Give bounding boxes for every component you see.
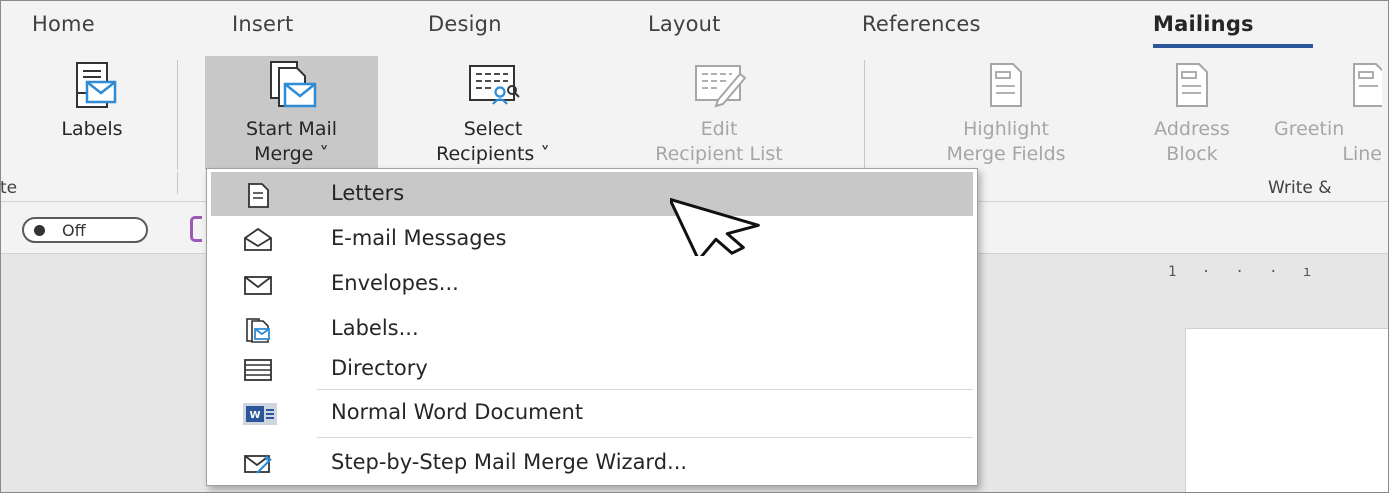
menu-separator [317,389,973,390]
tab-mailings[interactable]: Mailings [1153,12,1254,36]
tab-references[interactable]: References [862,12,981,36]
tab-design[interactable]: Design [428,12,502,36]
tab-home[interactable]: Home [32,12,95,36]
address-block-label-line1: Address [1154,118,1230,140]
menu-item-label: Labels... [331,316,419,340]
highlight-merge-fields-label-line2: Merge Fields [946,143,1066,165]
word-document-icon: W [243,403,277,425]
edit-recipient-list-label-line2: Recipient List [655,143,783,165]
wizard-icon [244,454,272,474]
tab-layout[interactable]: Layout [648,12,721,36]
envelope-icon [244,276,272,295]
menu-item-label: Envelopes... [331,271,459,295]
toggle-label: Off [62,221,86,240]
select-recipients-label-line1: Select [463,118,523,140]
address-block-icon [1176,63,1208,107]
start-mail-merge-label-line2: Merge ˅ [254,143,329,165]
active-tab-indicator [1153,44,1313,48]
group-separator [177,172,178,194]
edit-list-icon [695,65,746,108]
menu-item-label: Normal Word Document [331,400,584,424]
letter-document-icon [248,183,269,208]
menu-item-mail-merge-wizard[interactable]: Step-by-Step Mail Merge Wizard... [211,441,973,485]
toggle-knob [34,225,45,236]
labels-icon [76,62,117,108]
start-mail-merge-icon [269,61,316,108]
off-toggle[interactable]: Off [22,217,148,243]
group-label-create: te [0,178,18,198]
address-block-button[interactable]: Address Block [1122,56,1262,170]
start-mail-merge-label-line1: Start Mail [245,118,338,140]
select-recipients-button[interactable]: Select Recipients ˅ [384,56,602,170]
labels-button[interactable]: Labels [22,56,162,170]
tab-insert[interactable]: Insert [232,12,293,36]
greeting-line-label-line1: Greetin [1274,118,1345,140]
email-envelope-icon [244,227,272,251]
start-mail-merge-button[interactable]: Start Mail Merge ˅ [205,56,378,170]
svg-text:W: W [249,410,260,421]
edit-recipient-list-label-line1: Edit [700,118,738,140]
menu-item-label: Step-by-Step Mail Merge Wizard... [331,450,688,474]
menu-item-labels[interactable]: Labels... [211,307,973,351]
document-page[interactable] [1185,328,1389,493]
edit-recipient-list-button[interactable]: Edit Recipient List [605,56,833,170]
menu-item-label: Directory [331,356,428,380]
highlight-fields-icon [990,63,1022,107]
purple-bracket-icon [190,216,202,242]
menu-item-label: E-mail Messages [331,226,507,250]
menu-item-directory[interactable]: Directory [211,347,973,391]
labels-icon [246,318,270,343]
group-label-write-insert: Write & [1268,178,1332,198]
ribbon-separator [177,60,178,170]
menu-item-envelopes[interactable]: Envelopes... [211,262,973,306]
mouse-pointer-icon [670,197,760,256]
highlight-merge-fields-label-line1: Highlight [963,118,1049,140]
ribbon-separator [864,60,865,170]
menu-item-letters[interactable]: Letters [211,172,973,216]
ruler: 1 · · · ı [1168,264,1312,280]
directory-icon [244,359,272,381]
menu-item-email-messages[interactable]: E-mail Messages [211,217,973,261]
menu-item-normal-word-document[interactable]: W Normal Word Document [211,391,973,435]
select-recipients-label-line2: Recipients ˅ [436,143,550,165]
ribbon-tab-bar: Home Insert Design Layout References Mai… [0,0,1389,52]
select-recipients-icon [469,65,520,105]
menu-item-label: Letters [331,181,405,205]
greeting-line-button[interactable]: Greetin Line [1270,56,1382,170]
start-mail-merge-dropdown: Letters E-mail Messages Envelopes... Lab… [206,168,978,486]
labels-button-label: Labels [61,118,123,140]
menu-separator [317,437,973,438]
greeting-line-label-line2: Line [1342,143,1382,165]
address-block-label-line2: Block [1166,143,1218,165]
greeting-line-icon [1353,63,1382,107]
highlight-merge-fields-button[interactable]: Highlight Merge Fields [896,56,1116,170]
